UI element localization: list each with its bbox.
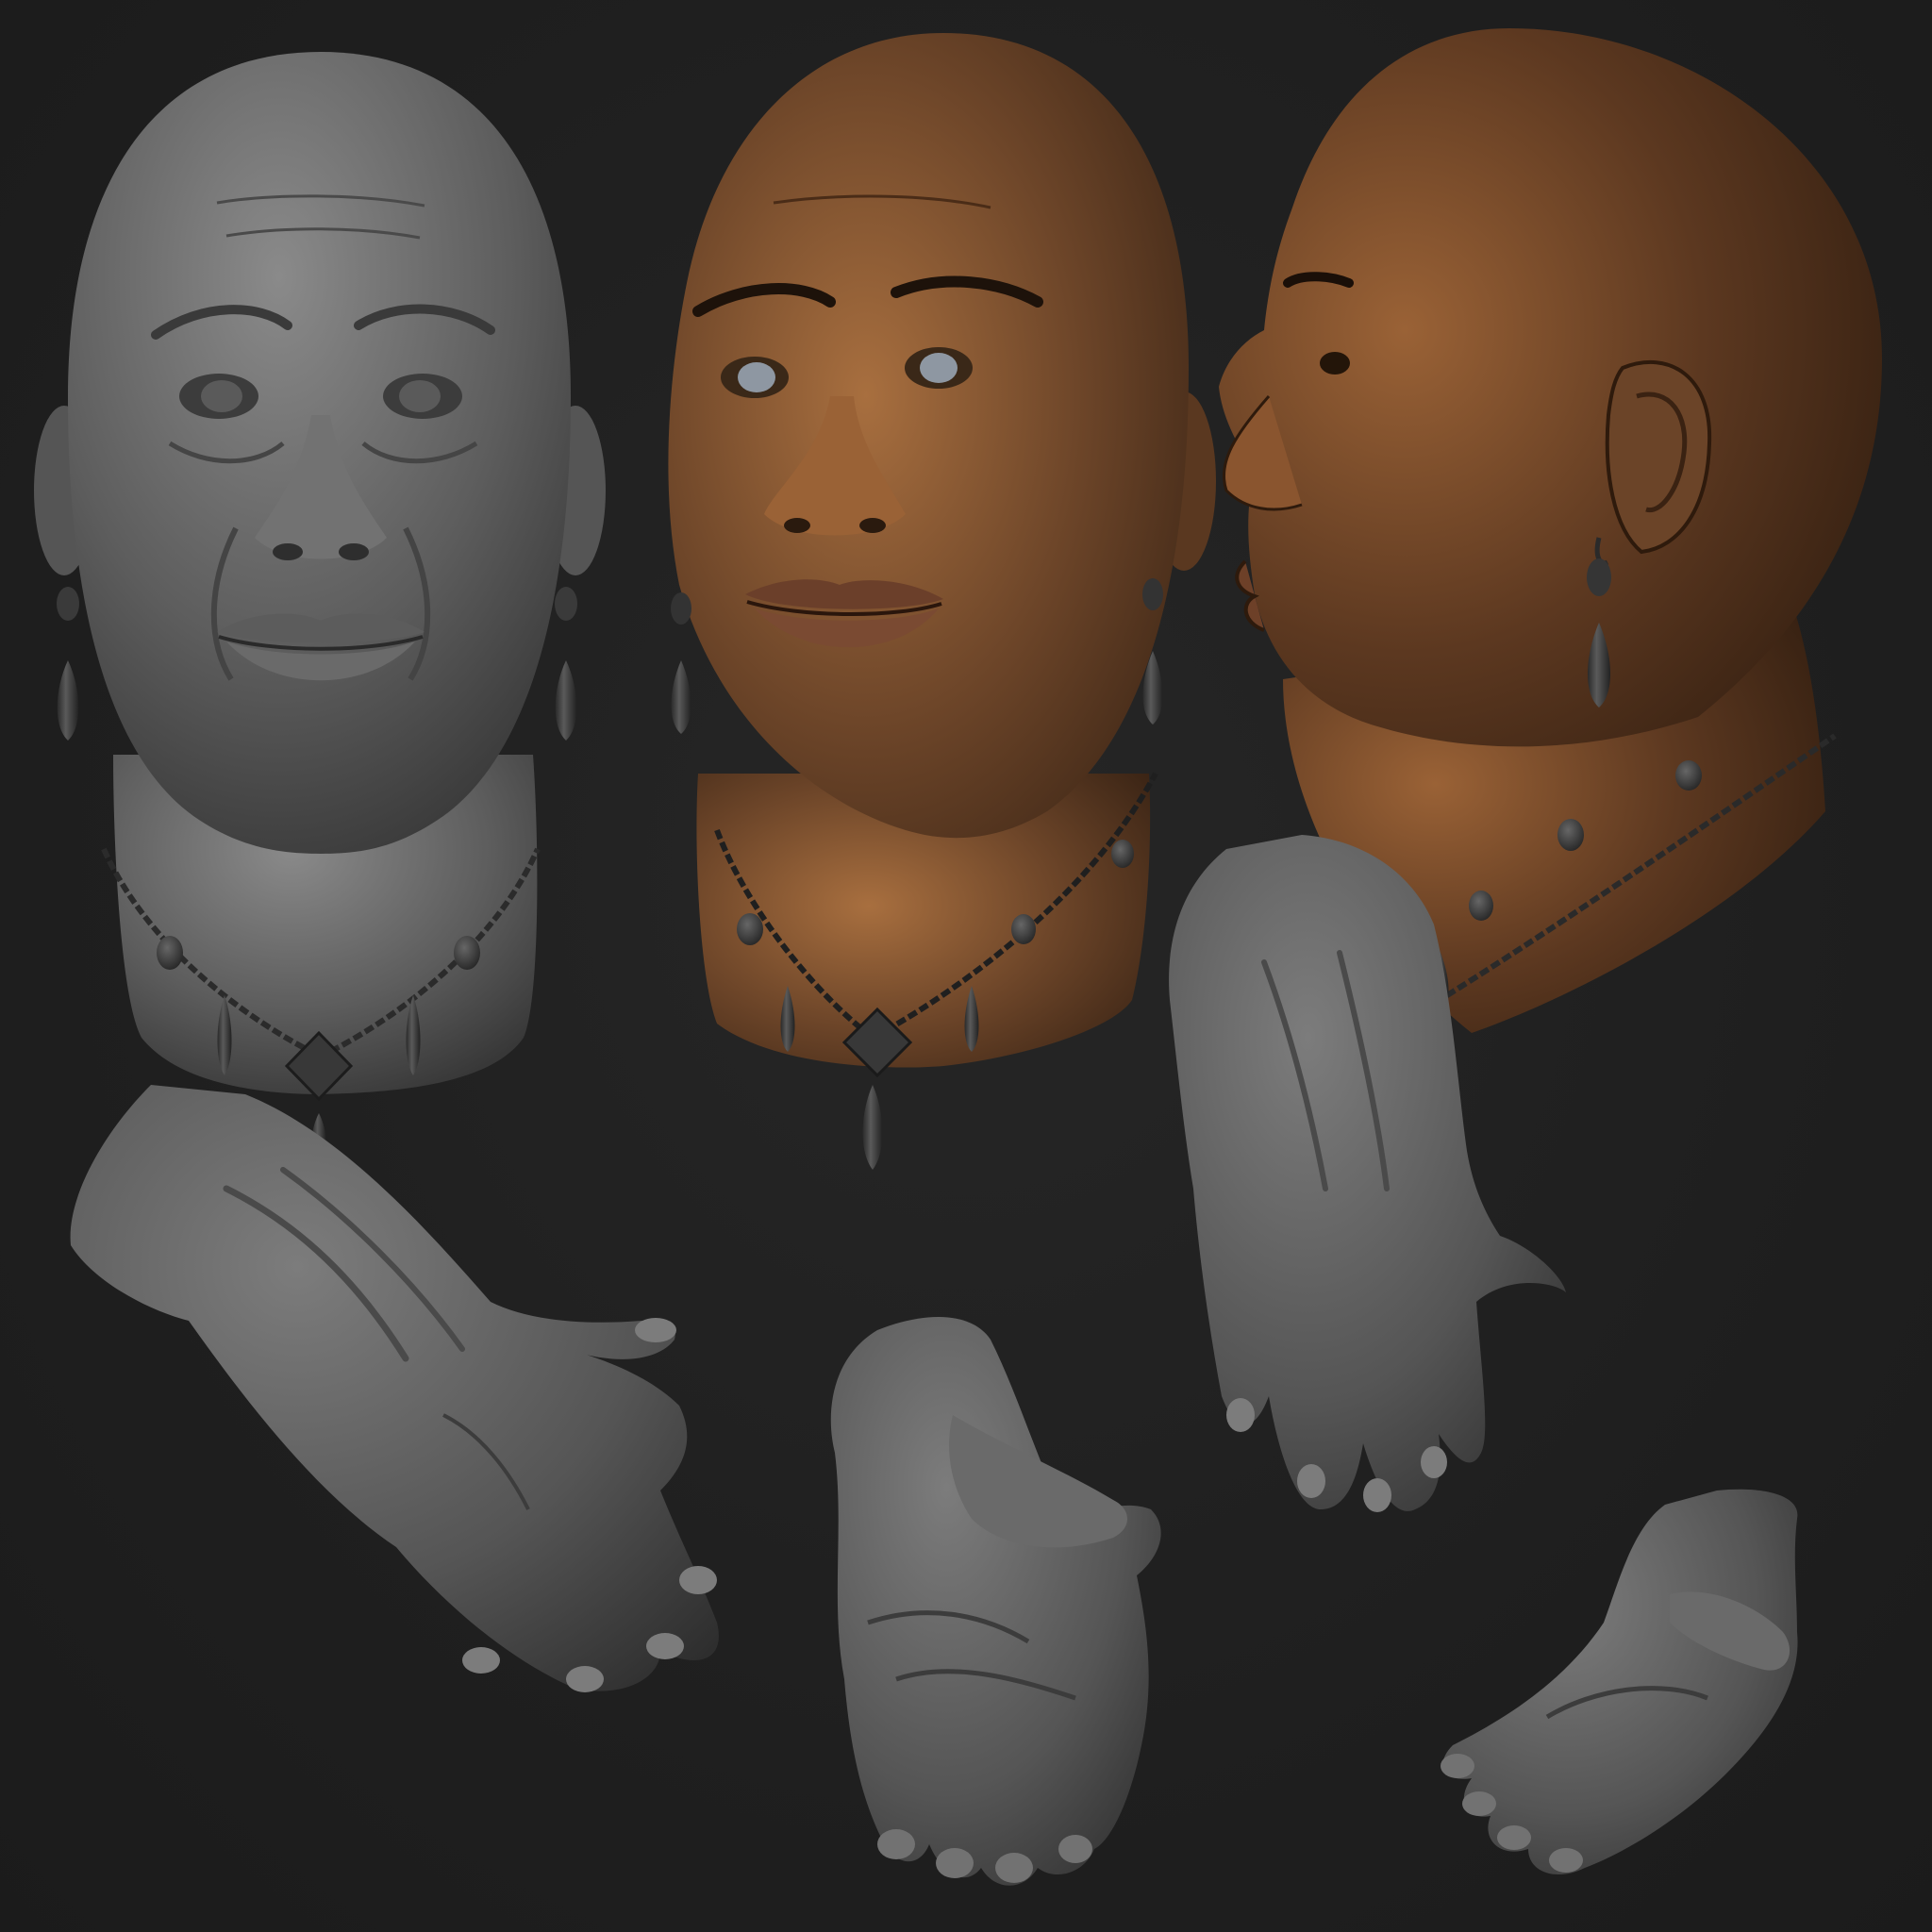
fingernail	[462, 1647, 500, 1674]
head-clay-front	[34, 52, 606, 1162]
eye-right-iris	[399, 380, 441, 412]
nostril	[859, 518, 886, 533]
eye-left-iris	[738, 362, 775, 392]
fingernail	[1421, 1446, 1447, 1478]
sculpt-render-canvas	[0, 0, 1932, 1932]
fingernail	[566, 1666, 604, 1692]
hand-palm-right	[1441, 1489, 1798, 1875]
eye-profile	[1320, 352, 1350, 375]
earring-left	[671, 592, 691, 734]
fingertip	[1462, 1791, 1496, 1816]
fingernail	[1363, 1478, 1391, 1512]
fingertip	[1441, 1754, 1474, 1778]
fingernail	[679, 1566, 717, 1594]
hand-body	[830, 1317, 1161, 1886]
eye-right-iris	[920, 353, 958, 383]
earring-right	[555, 587, 577, 741]
fingernail	[646, 1633, 684, 1659]
fingertip	[877, 1829, 915, 1859]
hand-palm-center	[830, 1317, 1161, 1886]
face	[668, 33, 1189, 839]
eye-left-iris	[201, 380, 242, 412]
hand-back-large	[70, 1085, 719, 1692]
head-skin-three-quarter	[668, 33, 1216, 1170]
hand-body	[1442, 1489, 1798, 1875]
fingernail	[1297, 1464, 1325, 1498]
sculpt-render	[34, 28, 1882, 1886]
fingernail	[1226, 1398, 1255, 1432]
fingertip	[936, 1848, 974, 1878]
nostril	[784, 518, 810, 533]
nostril	[339, 543, 369, 560]
fingernail-thumb	[635, 1318, 676, 1342]
fingertip	[1497, 1825, 1531, 1850]
fingertip	[1549, 1848, 1583, 1873]
hand-body	[70, 1085, 719, 1691]
fingertip	[1058, 1835, 1092, 1863]
fingertip	[995, 1853, 1033, 1883]
nostril	[273, 543, 303, 560]
earring-left	[57, 587, 79, 741]
